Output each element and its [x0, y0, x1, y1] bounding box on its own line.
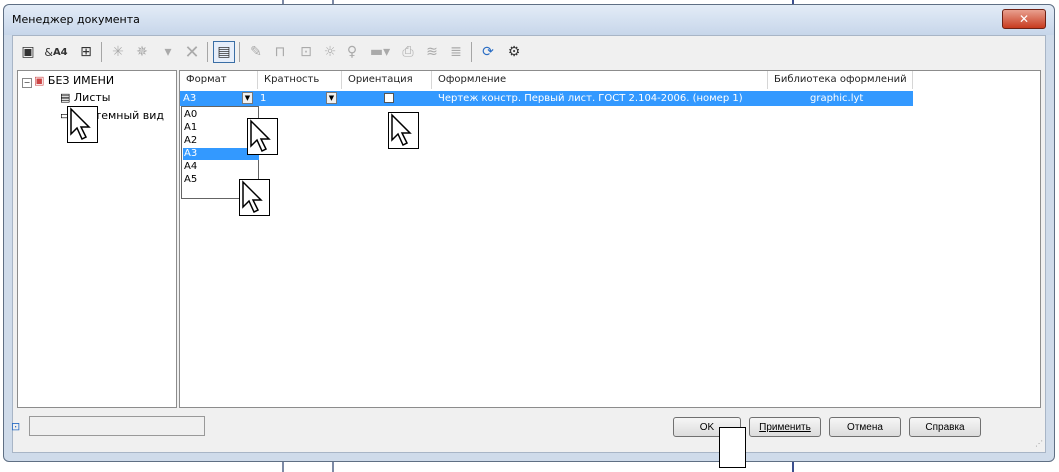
lock-icon[interactable]: ⊡: [295, 41, 317, 63]
multiplicity-cell[interactable]: 1: [260, 91, 266, 106]
format-cell[interactable]: A3: [183, 91, 196, 106]
print-stack-icon[interactable]: ≋: [421, 41, 443, 63]
close-button[interactable]: ✕: [1002, 9, 1046, 29]
status-icon: ⊡: [11, 420, 21, 433]
table-row[interactable]: A3 ▼ 1 ▼ Чертеж констр. Первый лист. ГОС…: [180, 91, 913, 106]
column-header[interactable]: Оформление: [432, 71, 768, 89]
client-area: ▣ & A4 ⊞ ✳ ✵ ▾ ✕ ▤ ✎ ⊓ ⊡ ☼ ♀ ▬▾ ⎙ ≋ ≣ ⟳ ⚙: [11, 35, 1046, 453]
format-a4-icon[interactable]: & A4: [41, 41, 71, 63]
tree-item-label: Листы: [73, 91, 111, 104]
design-cell[interactable]: Чертеж констр. Первый лист. ГОСТ 2.104-2…: [438, 91, 743, 106]
cursor-icon: [247, 118, 278, 155]
document-manager-window: Менеджер документа ✕ ▣ & A4 ⊞ ✳ ✵ ▾ ✕ ▤ ✎…: [3, 4, 1055, 462]
status-field: [29, 416, 205, 436]
cursor-box-icon: [719, 427, 746, 468]
column-header[interactable]: Ориентация: [342, 71, 432, 89]
column-header[interactable]: Формат: [180, 71, 258, 89]
tree-root-label: БЕЗ ИМЕНИ: [47, 74, 115, 87]
column-header[interactable]: Кратность: [258, 71, 342, 89]
background-drawing-bottom: [282, 462, 334, 472]
sheets-icon: ▤: [60, 91, 71, 104]
print-icon[interactable]: ⎙: [397, 41, 419, 63]
table-view-icon[interactable]: ▤: [213, 41, 235, 63]
tree-item-sheets[interactable]: ▤ Листы: [60, 91, 110, 104]
format-a4-label: A4: [52, 46, 68, 58]
refresh-icon[interactable]: ⟳: [477, 41, 499, 63]
sheets-table: Формат Кратность Ориентация Оформление Б…: [179, 70, 1041, 408]
background-line: [792, 462, 794, 472]
hatch-multi-icon[interactable]: ✵: [131, 41, 153, 63]
toolbar-separator: [207, 42, 208, 62]
chevron-down-icon: ▼: [244, 94, 251, 102]
window-title: Менеджер документа: [12, 13, 140, 26]
dropdown-option[interactable]: A4: [183, 161, 259, 173]
settings-icon[interactable]: ⚙: [503, 41, 525, 63]
document-icon: ▣: [34, 74, 45, 87]
toolbar-separator: [471, 42, 472, 62]
toolbar-separator: [101, 42, 102, 62]
tree-root[interactable]: ▣ БЕЗ ИМЕНИ: [34, 74, 114, 87]
delete-x-icon[interactable]: ✕: [181, 41, 203, 63]
chevron-down-icon: ▼: [328, 94, 335, 102]
resize-grip-icon[interactable]: ⋰: [1035, 439, 1043, 448]
hatch-icon[interactable]: ✳: [107, 41, 129, 63]
apply-button[interactable]: Применить: [749, 417, 821, 437]
cursor-icon: [67, 106, 98, 143]
new-sheet-icon[interactable]: ▣: [17, 41, 39, 63]
cursor-icon: [239, 179, 270, 216]
bulb-off-icon[interactable]: ♀: [341, 41, 363, 63]
unlock-icon[interactable]: ⊓: [269, 41, 291, 63]
orientation-checkbox[interactable]: [384, 93, 394, 103]
color-line-icon[interactable]: ▬▾: [365, 41, 395, 63]
toolbar: ▣ & A4 ⊞ ✳ ✵ ▾ ✕ ▤ ✎ ⊓ ⊡ ☼ ♀ ▬▾ ⎙ ≋ ≣ ⟳ ⚙: [13, 36, 1045, 68]
sheet-params-icon[interactable]: ⊞: [75, 41, 97, 63]
cancel-button[interactable]: Отмена: [829, 417, 901, 437]
format-dropdown-button[interactable]: ▼: [242, 92, 253, 104]
filter-icon[interactable]: ▾: [157, 41, 179, 63]
column-header[interactable]: Библиотека оформлений: [768, 71, 913, 89]
pen-check-icon[interactable]: ✎: [245, 41, 267, 63]
cursor-icon: [388, 112, 419, 149]
close-icon: ✕: [1018, 12, 1030, 26]
check-stack-icon[interactable]: ≣: [445, 41, 467, 63]
titlebar: Менеджер документа ✕: [4, 5, 1054, 35]
bottom-bar: ⊡ OK Применить Отмена Справка ⋰: [11, 410, 1045, 450]
help-button[interactable]: Справка: [909, 417, 981, 437]
library-cell[interactable]: graphic.lyt: [810, 91, 863, 106]
collapse-icon[interactable]: −: [22, 78, 32, 88]
bulb-on-icon[interactable]: ☼: [319, 41, 341, 63]
toolbar-separator: [239, 42, 240, 62]
multiplicity-dropdown-button[interactable]: ▼: [326, 92, 337, 104]
